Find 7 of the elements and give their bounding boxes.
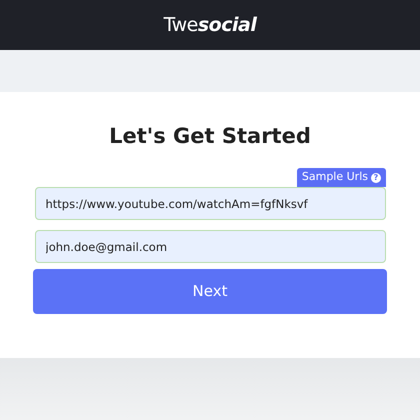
sample-urls-button[interactable]: Sample Urls ? xyxy=(296,168,386,187)
logo: Twesocial xyxy=(164,12,256,38)
next-button[interactable]: Next xyxy=(33,269,387,314)
url-field[interactable]: https://www.youtube.com/watchAm=fgfNksvf xyxy=(34,187,386,220)
help-icon: ? xyxy=(371,172,381,182)
page-title: Let's Get Started xyxy=(109,123,311,150)
email-field[interactable]: john.doe@gmail.com xyxy=(34,230,386,263)
